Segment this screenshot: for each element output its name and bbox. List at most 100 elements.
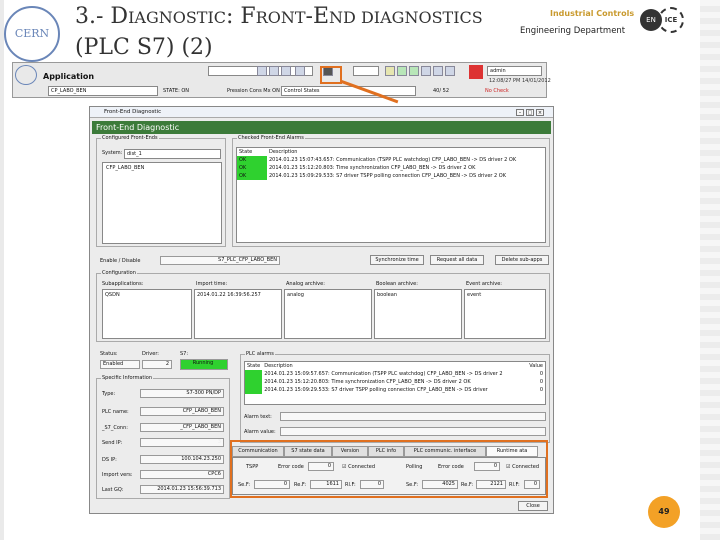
slide-left-border xyxy=(0,0,4,540)
window-titlebar: Front-End Diagnostic xyxy=(90,107,553,118)
spec-import-label: Import vers: xyxy=(102,472,133,478)
toolbar-icon-8[interactable] xyxy=(421,66,431,76)
table-row[interactable]: 2014.01.23 15:09:29.533: S7 driver TSPP … xyxy=(245,386,545,394)
title-line-1: 3.- DIAGNOSTIC: FRONT-END DIAGNOSTICS xyxy=(75,4,483,29)
app-field-1[interactable]: CP_LABO_BEN xyxy=(48,86,158,96)
toolbar-icon-3[interactable] xyxy=(281,66,291,76)
subapp-item[interactable]: QSDN xyxy=(105,292,120,298)
pressure-label: Pression Cons Mx ON xyxy=(227,88,280,94)
s7-status-badge: Running xyxy=(180,359,228,370)
plc-alarms-grid: State Description Value 2014.01.23 15:09:5… xyxy=(245,362,545,394)
s7-label: S7: xyxy=(180,351,189,357)
plc-header-description: Description xyxy=(264,363,293,369)
spec-type-field: S7-300 PN/DP xyxy=(140,389,224,398)
system-select[interactable]: dist_1 xyxy=(124,149,221,159)
enable-disable-field[interactable]: S7_PLC_CFP_LABO_BEN xyxy=(160,256,280,265)
slide-title: 3.- DIAGNOSTIC: FRONT-END DIAGNOSTICS (P… xyxy=(75,2,483,63)
datetime-label: 12:08/27 PM 14/01/2012 xyxy=(489,78,551,84)
sync-time-button[interactable]: Synchronize time xyxy=(370,255,424,265)
state-label: STATE: ON xyxy=(163,88,190,94)
application-label: Application xyxy=(43,72,95,81)
spec-plc-name-label: PLC name: xyxy=(102,409,129,415)
toolbar-icon-6[interactable] xyxy=(397,66,407,76)
engineering-department-label: Engineering Department xyxy=(520,26,626,36)
toolbar-icon-4[interactable] xyxy=(295,66,305,76)
enable-disable-label: Enable / Disable xyxy=(100,258,141,264)
check-label: No Check xyxy=(485,88,509,94)
spec-send-ip-field: 3 xyxy=(140,438,224,447)
request-data-button[interactable]: Request all data xyxy=(430,255,484,265)
toolbar-icon-5[interactable] xyxy=(385,66,395,76)
cern-logo: CERN xyxy=(4,6,60,62)
event-archive-value: event xyxy=(467,292,482,298)
subapps-header: Subapplications: xyxy=(102,281,144,287)
table-row[interactable]: 2014.01.23 15:09:57.657: Communication (… xyxy=(245,370,545,378)
import-time-header: Import time: xyxy=(196,281,228,287)
checked-alarms-table: State Description OK 2014.01.23 15:07:43.6… xyxy=(236,147,546,243)
table-row[interactable]: OK 2014.01.23 15:09:29.533: S7 driver TSP… xyxy=(237,172,518,180)
toolbar-icon-9[interactable] xyxy=(433,66,443,76)
analog-archive-box: analog xyxy=(284,289,372,339)
table-row[interactable]: OK 2014.01.23 15:12:20.803: Time synchron… xyxy=(237,164,518,172)
status-label: Status: xyxy=(100,351,118,357)
alarm-text-field[interactable] xyxy=(280,412,546,421)
spec-ds-ip-field: 100.104.23.250 xyxy=(140,455,224,464)
plc-header-state: State xyxy=(247,363,261,369)
boolean-archive-box: boolean xyxy=(374,289,462,339)
spec-conn-field: _CFP_LABO_BEN xyxy=(140,423,224,432)
spec-send-ip-label: Send IP: xyxy=(102,440,123,446)
front-end-list-item[interactable]: CFP_LABO_BEN xyxy=(106,165,144,171)
plc-header-value: Value xyxy=(529,363,543,369)
close-button[interactable]: Close xyxy=(518,501,548,511)
toolbar-icon-7[interactable] xyxy=(409,66,419,76)
spec-last-gq-label: Last GQ: xyxy=(102,487,124,493)
analog-archive-header: Analog archive: xyxy=(286,281,325,287)
alarm-indicator[interactable] xyxy=(469,65,483,79)
alarm-value-label: Alarm value: xyxy=(244,429,276,435)
header-description: Description xyxy=(269,149,298,155)
import-time-box: 2014.01.22 16:39:56.257 xyxy=(194,289,282,339)
table-row[interactable]: 2014.01.23 15:12:20.803: Time synchroniz… xyxy=(245,378,545,386)
analog-archive-value: analog xyxy=(287,292,304,298)
alarm-value-field[interactable] xyxy=(280,427,546,436)
control-states-field[interactable]: Control States xyxy=(281,86,416,96)
ice-logo: ICE xyxy=(658,7,684,33)
alarms-table: State Description OK 2014.01.23 15:07:43.6… xyxy=(237,148,518,180)
highlight-toolbar-icon xyxy=(320,66,342,84)
plc-alarms-table: State Description Value 2014.01.23 15:09:5… xyxy=(244,361,546,405)
spec-import-field: CPC6 xyxy=(140,470,224,479)
toolbar-icon-10[interactable] xyxy=(445,66,455,76)
industrial-controls-label: Industrial Controls xyxy=(550,9,635,18)
status-field: Enabled xyxy=(100,360,140,369)
import-time-value: 2014.01.22 16:39:56.257 xyxy=(197,292,261,298)
page-number: 49 xyxy=(648,496,680,528)
user-field[interactable]: admin xyxy=(487,66,542,76)
spec-ds-ip-label: DS IP: xyxy=(102,457,117,463)
table-row[interactable]: OK 2014.01.23 15:07:43.657: Communication… xyxy=(237,156,518,164)
driver-label: Driver: xyxy=(142,351,159,357)
delete-subapps-button[interactable]: Delete sub-apps xyxy=(495,255,549,265)
window-header: Front-End Diagnostic xyxy=(92,121,551,134)
toolbar-icon-1[interactable] xyxy=(257,66,267,76)
boolean-archive-header: Boolean archive: xyxy=(376,281,418,287)
title-line-2: (PLC S7) (2) xyxy=(75,35,213,60)
driver-field: 2 xyxy=(142,360,172,369)
toolbar-icon-2[interactable] xyxy=(269,66,279,76)
spec-last-gq-field: 2014.01.23 15:56:39.713 xyxy=(140,485,224,494)
highlight-runtime-area xyxy=(230,440,548,498)
front-end-list: CFP_LABO_BEN xyxy=(102,162,222,244)
spec-plc-name-field: CFP_LABO_BEN xyxy=(140,407,224,416)
maximize-icon[interactable]: □ xyxy=(526,109,534,116)
application-toolbar: Application admin 12:08/27 PM 14/01/2012… xyxy=(12,62,551,98)
system-label: System: xyxy=(102,150,123,156)
event-archive-header: Event archive: xyxy=(466,281,502,287)
subapps-list: QSDN xyxy=(102,289,192,339)
close-icon[interactable]: × xyxy=(536,109,544,116)
app-logo-icon xyxy=(15,65,37,85)
event-archive-box: event xyxy=(464,289,546,339)
slide-right-border xyxy=(700,0,720,540)
minimize-icon[interactable]: – xyxy=(516,109,524,116)
spec-type-label: Type: xyxy=(102,391,116,397)
app-dropdown-2[interactable] xyxy=(353,66,379,76)
zoom-label: 40/ 52 xyxy=(433,88,449,94)
